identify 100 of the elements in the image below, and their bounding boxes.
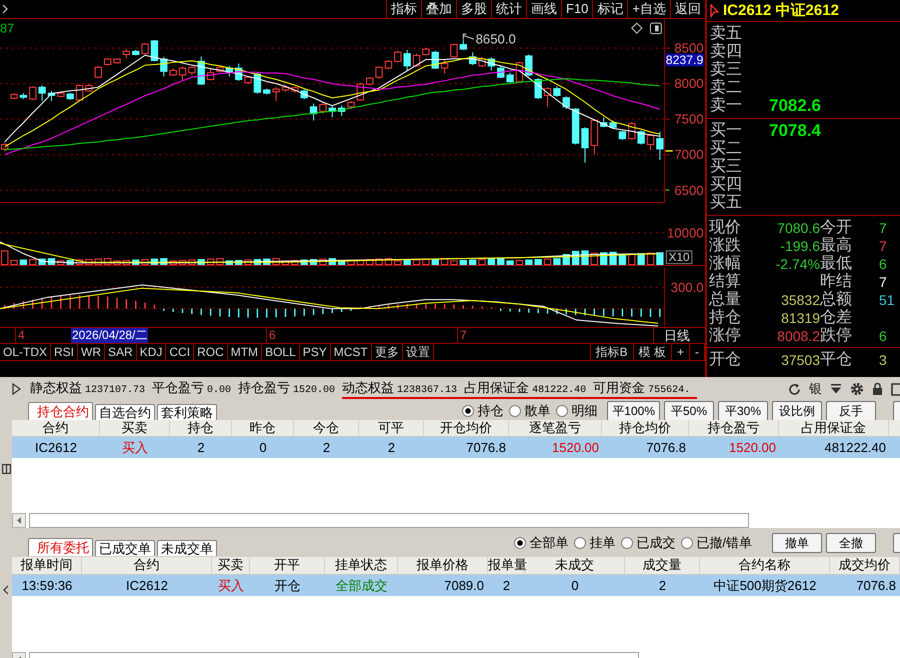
filter-radio[interactable]: 已撤/错单 [681, 535, 752, 551]
action-button[interactable]: 反手 [826, 400, 876, 420]
radio-indicator[interactable] [556, 404, 568, 416]
radio-indicator[interactable] [514, 537, 526, 549]
candlestick [94, 65, 102, 79]
column-header[interactable]: 报单价格 [398, 557, 488, 574]
cursor-date-label: 2026/04/28/二 [71, 328, 148, 343]
column-header[interactable]: 开仓均价 [424, 420, 509, 436]
filter-radio[interactable]: 明细 [556, 402, 598, 418]
period-label[interactable]: 日线 [653, 328, 705, 343]
quote-label: 今开 [820, 219, 853, 236]
radio-indicator[interactable] [681, 537, 694, 549]
depth-label: 买一 [709, 122, 743, 140]
candlestick [618, 130, 626, 140]
table-cell: 开仓 [274, 578, 300, 594]
column-header[interactable]: 今仓 [294, 420, 359, 436]
indicator-tab[interactable]: WR [78, 344, 106, 360]
scroll-left-button[interactable] [12, 513, 26, 528]
column-header[interactable]: 成交均价 [830, 557, 900, 574]
action-button[interactable]: 设比例 [772, 400, 822, 420]
column-header[interactable]: 合约名称 [700, 557, 830, 574]
candlestick [646, 134, 654, 150]
candlestick [319, 102, 327, 114]
quote-label: 涨幅 [709, 255, 742, 272]
column-header[interactable]: 持仓盈亏 [689, 420, 779, 436]
diamond-icon[interactable] [631, 22, 643, 34]
chevron-icon[interactable] [3, 585, 9, 595]
action-button[interactable]: 平30% [718, 400, 768, 420]
account-label: 占用保证金 [464, 380, 530, 396]
lock-icon[interactable] [872, 382, 883, 396]
partial-button[interactable] [893, 400, 900, 420]
filter-radio[interactable]: 挂单 [574, 535, 616, 551]
filter-radio[interactable]: 持仓 [462, 402, 504, 418]
quote-value: -2.74% [774, 255, 820, 273]
pointer-icon [710, 4, 719, 18]
column-header[interactable]: 可平 [359, 420, 424, 436]
column-header[interactable]: 逐笔盈亏 [509, 420, 602, 436]
radio-indicator[interactable] [574, 537, 586, 549]
quote-label: 仓差 [820, 309, 853, 327]
settings-icon[interactable] [850, 382, 864, 396]
triangle-icon[interactable] [12, 383, 21, 395]
ask-price: 7082.6 [769, 97, 821, 115]
table-cell: 2 [322, 440, 330, 456]
bank-button[interactable]: 银 [809, 381, 822, 397]
filter-radio[interactable]: 全部单 [514, 535, 568, 551]
candlestick [178, 66, 186, 82]
action-button[interactable]: 全撤 [826, 533, 876, 553]
action-button[interactable]: 平100% [607, 400, 660, 420]
panel-tab[interactable]: 已成交单 [95, 540, 155, 556]
column-header[interactable]: 报单量 [488, 557, 525, 574]
table-row[interactable]: 13:59:36 IC2612 买入 开仓 全部成交 7089.0 2 0 2 中证500期货2612 7076.8 [12, 575, 900, 596]
table-cell: 买入 [218, 578, 244, 594]
axis-label: 6500 [674, 182, 704, 198]
scrollbar-track[interactable] [29, 513, 749, 528]
column-header[interactable]: 买卖 [100, 420, 170, 436]
panel-tab[interactable]: 自选合约 [95, 404, 155, 420]
radio-indicator[interactable] [509, 404, 522, 416]
partial-button[interactable] [893, 533, 900, 553]
column-header[interactable]: 买卖 [212, 557, 250, 574]
candlestick [403, 49, 411, 71]
quote-label: 涨停 [709, 327, 742, 345]
panel-tab[interactable]: 套利策略 [157, 404, 217, 420]
filter-radio[interactable]: 已成交 [621, 535, 676, 551]
column-header[interactable]: 报单时间 [12, 557, 82, 574]
depth-label: 买四 [709, 176, 743, 194]
dropdown-icon[interactable] [830, 383, 842, 395]
column-header[interactable]: 合约 [82, 557, 212, 574]
quote-label: 涨跌 [709, 237, 742, 255]
panel-icon[interactable] [2, 464, 10, 474]
account-label: 持仓盈亏 [238, 380, 290, 396]
depth-label: 卖三 [709, 61, 743, 78]
action-button[interactable]: 平50% [664, 400, 714, 420]
column-header[interactable]: 开平 [250, 557, 325, 574]
table-cell: 7076.8 [856, 578, 896, 594]
candlestick [440, 58, 448, 74]
table-cell: 1520.00 [552, 440, 599, 456]
column-header[interactable]: 成交量 [625, 557, 700, 574]
panel-tab[interactable]: 未成交单 [157, 540, 217, 556]
column-header[interactable]: 持仓 [170, 420, 232, 436]
candlestick [150, 40, 158, 62]
column-header[interactable]: 持仓均价 [602, 420, 689, 436]
radio-indicator[interactable] [621, 537, 634, 549]
table-cell: IC2612 [126, 578, 168, 594]
refresh-icon[interactable] [788, 382, 801, 396]
filter-radio[interactable]: 散单 [509, 402, 550, 418]
table-row[interactable]: IC2612 买入 2 0 2 2 7076.8 1520.00 7076.8 1520.00 481222.40 [12, 437, 900, 458]
column-header[interactable]: 未成交 [525, 557, 625, 574]
panel-tab[interactable]: 所有委托 [28, 538, 93, 556]
radio-indicator[interactable] [462, 404, 474, 416]
column-header[interactable]: 昨仓 [232, 420, 294, 436]
column-header[interactable]: 合约 [12, 420, 100, 436]
action-button[interactable]: 撤单 [772, 533, 822, 553]
column-header[interactable]: 挂单状态 [325, 557, 398, 574]
quote-value: 7 [878, 219, 887, 237]
column-header[interactable]: 占用保证金 [779, 420, 889, 436]
candlestick [29, 86, 36, 100]
panel-tab[interactable]: 持仓合约 [28, 402, 93, 420]
candlestick [656, 131, 664, 161]
account-value: 755624. [648, 384, 690, 396]
depth-label: 买五 [709, 194, 743, 212]
